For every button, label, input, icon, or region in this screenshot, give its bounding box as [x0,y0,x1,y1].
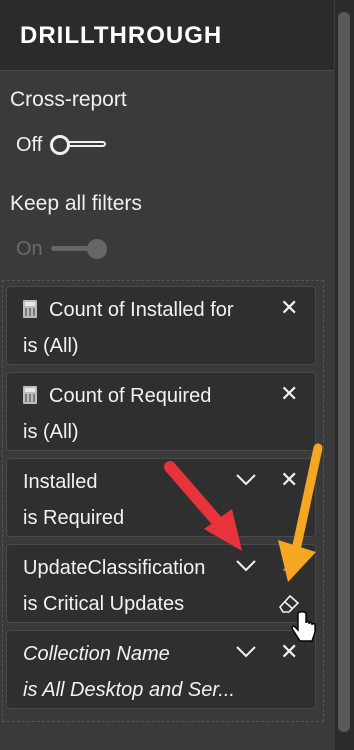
filter-condition[interactable]: is (All) [23,335,79,358]
chevron-down-icon[interactable] [235,641,257,663]
close-icon[interactable]: ✕ [280,383,298,405]
toggle-knob [86,239,107,259]
red-annotation-arrow-icon [164,461,242,551]
filter-card[interactable]: Collection Name is All Desktop and Ser..… [6,630,316,709]
close-icon[interactable]: ✕ [280,297,298,319]
filter-condition[interactable]: is (All) [23,421,79,444]
calculator-icon [23,300,37,318]
filter-field-name: UpdateClassification [23,557,206,579]
filter-field-name: Collection Name [23,643,170,665]
filter-condition[interactable]: is Required [23,507,124,530]
scrollbar-thumb[interactable] [338,12,350,732]
filter-card[interactable]: Count of Installed for is (All) ✕ [6,286,316,365]
cross-report-toggle-text: Off [16,133,43,156]
keep-all-filters-toggle: On [16,236,107,262]
keep-all-filters-label: Keep all filters [10,192,142,215]
keep-all-filters-toggle-text: On [16,237,43,260]
toggle-knob [50,135,71,155]
hand-cursor-icon [291,611,316,642]
filter-field-name: Installed [23,471,98,493]
filter-condition[interactable]: is All Desktop and Ser... [23,679,235,702]
filter-condition[interactable]: is Critical Updates [23,593,184,616]
panel-header: DRILLTHROUGH [0,0,334,71]
filter-field-name: Count of Installed for [49,299,234,321]
panel-title: DRILLTHROUGH [20,22,223,49]
toggle-track [50,236,107,262]
toggle-track [50,132,107,158]
cross-report-toggle[interactable]: Off [16,132,107,158]
cross-report-label: Cross-report [10,88,127,111]
vertical-scrollbar[interactable] [335,0,354,750]
drillthrough-panel: DRILLTHROUGH Cross-report Off Keep all f… [0,0,334,750]
orange-annotation-arrow-icon [278,443,323,582]
chevron-down-icon[interactable] [235,555,257,577]
filter-field-name: Count of Required [49,385,212,407]
calculator-icon [23,386,37,404]
